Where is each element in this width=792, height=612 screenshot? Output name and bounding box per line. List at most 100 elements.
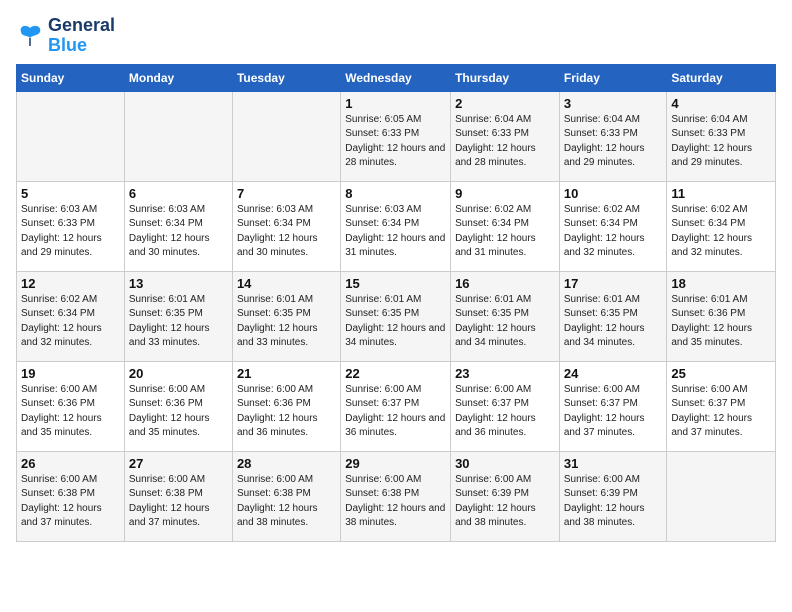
day-cell: 3 Sunrise: 6:04 AM Sunset: 6:33 PM Daylig…	[559, 91, 667, 181]
day-cell: 4 Sunrise: 6:04 AM Sunset: 6:33 PM Daylig…	[667, 91, 776, 181]
day-cell: 8Sunrise: 6:03 AM Sunset: 6:34 PM Daylig…	[341, 181, 451, 271]
calendar-header: SundayMondayTuesdayWednesdayThursdayFrid…	[17, 64, 776, 91]
day-info: Sunrise: 6:00 AM Sunset: 6:37 PM Dayligh…	[345, 383, 446, 441]
day-cell: 29Sunrise: 6:00 AM Sunset: 6:38 PM Dayli…	[341, 451, 451, 541]
day-number: 14	[237, 276, 336, 291]
day-number: 18	[671, 276, 771, 291]
header-cell-monday: Monday	[124, 64, 232, 91]
day-info: Sunrise: 6:04 AM Sunset: 6:33 PM Dayligh…	[671, 113, 771, 171]
calendar-table: SundayMondayTuesdayWednesdayThursdayFrid…	[16, 64, 776, 542]
day-info: Sunrise: 6:05 AM Sunset: 6:33 PM Dayligh…	[345, 113, 446, 171]
day-number: 19	[21, 366, 120, 381]
day-number: 3	[564, 96, 663, 111]
day-info: Sunrise: 6:00 AM Sunset: 6:37 PM Dayligh…	[671, 383, 771, 441]
day-cell: 22 Sunrise: 6:00 AM Sunset: 6:37 PM Dayli…	[341, 361, 451, 451]
day-cell: 24 Sunrise: 6:00 AM Sunset: 6:37 PM Dayli…	[559, 361, 667, 451]
day-number: 6	[129, 186, 228, 201]
day-cell: 17 Sunrise: 6:01 AM Sunset: 6:35 PM Dayli…	[559, 271, 667, 361]
day-cell: 6 Sunrise: 6:03 AM Sunset: 6:34 PM Daylig…	[124, 181, 232, 271]
day-info: Sunrise: 6:01 AM Sunset: 6:35 PM Dayligh…	[564, 293, 663, 351]
day-number: 20	[129, 366, 228, 381]
day-number: 16	[455, 276, 555, 291]
header-cell-tuesday: Tuesday	[232, 64, 340, 91]
day-info: Sunrise: 6:01 AM Sunset: 6:35 PM Dayligh…	[455, 293, 555, 351]
day-info: Sunrise: 6:00 AM Sunset: 6:39 PM Dayligh…	[564, 473, 663, 531]
day-cell	[667, 451, 776, 541]
day-cell: 18Sunrise: 6:01 AM Sunset: 6:36 PM Dayli…	[667, 271, 776, 361]
day-cell: 30 Sunrise: 6:00 AM Sunset: 6:39 PM Dayli…	[451, 451, 560, 541]
day-info: Sunrise: 6:00 AM Sunset: 6:38 PM Dayligh…	[345, 473, 446, 531]
day-info: Sunrise: 6:03 AM Sunset: 6:34 PM Dayligh…	[129, 203, 228, 261]
calendar-body: 1Sunrise: 6:05 AM Sunset: 6:33 PM Daylig…	[17, 91, 776, 541]
day-info: Sunrise: 6:00 AM Sunset: 6:39 PM Dayligh…	[455, 473, 555, 531]
day-number: 25	[671, 366, 771, 381]
day-info: Sunrise: 6:02 AM Sunset: 6:34 PM Dayligh…	[455, 203, 555, 261]
week-row-3: 12Sunrise: 6:02 AM Sunset: 6:34 PM Dayli…	[17, 271, 776, 361]
day-info: Sunrise: 6:01 AM Sunset: 6:35 PM Dayligh…	[237, 293, 336, 351]
day-info: Sunrise: 6:00 AM Sunset: 6:36 PM Dayligh…	[21, 383, 120, 441]
day-number: 27	[129, 456, 228, 471]
week-row-5: 26 Sunrise: 6:00 AM Sunset: 6:38 PM Dayli…	[17, 451, 776, 541]
day-cell: 27Sunrise: 6:00 AM Sunset: 6:38 PM Dayli…	[124, 451, 232, 541]
logo-text: General Blue	[48, 16, 115, 56]
day-number: 2	[455, 96, 555, 111]
day-cell: 19 Sunrise: 6:00 AM Sunset: 6:36 PM Dayli…	[17, 361, 125, 451]
day-cell: 12Sunrise: 6:02 AM Sunset: 6:34 PM Dayli…	[17, 271, 125, 361]
day-cell: 7 Sunrise: 6:03 AM Sunset: 6:34 PM Daylig…	[232, 181, 340, 271]
day-info: Sunrise: 6:02 AM Sunset: 6:34 PM Dayligh…	[21, 293, 120, 351]
day-info: Sunrise: 6:00 AM Sunset: 6:37 PM Dayligh…	[564, 383, 663, 441]
day-cell: 31 Sunrise: 6:00 AM Sunset: 6:39 PM Dayli…	[559, 451, 667, 541]
day-number: 26	[21, 456, 120, 471]
header-cell-saturday: Saturday	[667, 64, 776, 91]
day-info: Sunrise: 6:01 AM Sunset: 6:35 PM Dayligh…	[129, 293, 228, 351]
day-number: 5	[21, 186, 120, 201]
day-number: 11	[671, 186, 771, 201]
day-cell: 2Sunrise: 6:04 AM Sunset: 6:33 PM Daylig…	[451, 91, 560, 181]
day-info: Sunrise: 6:02 AM Sunset: 6:34 PM Dayligh…	[564, 203, 663, 261]
day-cell: 14 Sunrise: 6:01 AM Sunset: 6:35 PM Dayli…	[232, 271, 340, 361]
day-cell: 11Sunrise: 6:02 AM Sunset: 6:34 PM Dayli…	[667, 181, 776, 271]
day-number: 31	[564, 456, 663, 471]
day-cell: 28Sunrise: 6:00 AM Sunset: 6:38 PM Dayli…	[232, 451, 340, 541]
day-number: 23	[455, 366, 555, 381]
day-cell: 1Sunrise: 6:05 AM Sunset: 6:33 PM Daylig…	[341, 91, 451, 181]
day-number: 10	[564, 186, 663, 201]
day-cell: 16 Sunrise: 6:01 AM Sunset: 6:35 PM Dayli…	[451, 271, 560, 361]
day-number: 22	[345, 366, 446, 381]
week-row-1: 1Sunrise: 6:05 AM Sunset: 6:33 PM Daylig…	[17, 91, 776, 181]
day-cell: 15Sunrise: 6:01 AM Sunset: 6:35 PM Dayli…	[341, 271, 451, 361]
day-number: 4	[671, 96, 771, 111]
day-cell	[17, 91, 125, 181]
day-cell: 9 Sunrise: 6:02 AM Sunset: 6:34 PM Daylig…	[451, 181, 560, 271]
week-row-2: 5 Sunrise: 6:03 AM Sunset: 6:33 PM Daylig…	[17, 181, 776, 271]
header-row: SundayMondayTuesdayWednesdayThursdayFrid…	[17, 64, 776, 91]
day-info: Sunrise: 6:04 AM Sunset: 6:33 PM Dayligh…	[564, 113, 663, 171]
day-number: 13	[129, 276, 228, 291]
day-cell	[124, 91, 232, 181]
day-cell: 23 Sunrise: 6:00 AM Sunset: 6:37 PM Dayli…	[451, 361, 560, 451]
day-info: Sunrise: 6:00 AM Sunset: 6:36 PM Dayligh…	[129, 383, 228, 441]
day-cell: 26Sunrise: 6:00 AM Sunset: 6:38 PM Dayli…	[17, 451, 125, 541]
day-number: 21	[237, 366, 336, 381]
header-cell-thursday: Thursday	[451, 64, 560, 91]
logo-icon	[16, 22, 44, 50]
day-info: Sunrise: 6:03 AM Sunset: 6:33 PM Dayligh…	[21, 203, 120, 261]
day-cell: 20 Sunrise: 6:00 AM Sunset: 6:36 PM Dayli…	[124, 361, 232, 451]
day-info: Sunrise: 6:01 AM Sunset: 6:35 PM Dayligh…	[345, 293, 446, 351]
day-number: 28	[237, 456, 336, 471]
header-cell-wednesday: Wednesday	[341, 64, 451, 91]
day-info: Sunrise: 6:03 AM Sunset: 6:34 PM Dayligh…	[345, 203, 446, 261]
page-header: General Blue	[16, 16, 776, 56]
day-number: 9	[455, 186, 555, 201]
day-info: Sunrise: 6:00 AM Sunset: 6:36 PM Dayligh…	[237, 383, 336, 441]
day-info: Sunrise: 6:03 AM Sunset: 6:34 PM Dayligh…	[237, 203, 336, 261]
day-number: 30	[455, 456, 555, 471]
day-cell: 10 Sunrise: 6:02 AM Sunset: 6:34 PM Dayli…	[559, 181, 667, 271]
day-cell: 21 Sunrise: 6:00 AM Sunset: 6:36 PM Dayli…	[232, 361, 340, 451]
day-number: 17	[564, 276, 663, 291]
day-number: 7	[237, 186, 336, 201]
day-cell: 25 Sunrise: 6:00 AM Sunset: 6:37 PM Dayli…	[667, 361, 776, 451]
day-info: Sunrise: 6:00 AM Sunset: 6:37 PM Dayligh…	[455, 383, 555, 441]
day-cell: 13 Sunrise: 6:01 AM Sunset: 6:35 PM Dayli…	[124, 271, 232, 361]
day-number: 24	[564, 366, 663, 381]
